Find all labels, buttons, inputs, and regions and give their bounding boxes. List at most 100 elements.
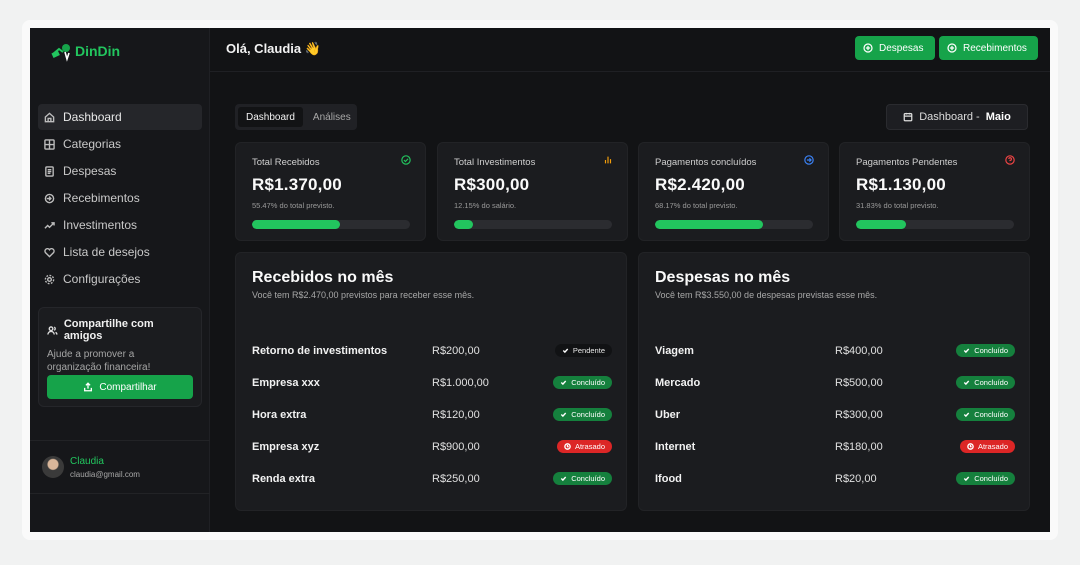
stat-label: Total Recebidos — [252, 157, 320, 168]
brand-logo[interactable]: DinDin — [50, 40, 120, 62]
sidebar-item-categorias[interactable]: Categorias — [38, 131, 202, 157]
clock-icon — [967, 443, 974, 450]
stat-value: R$1.130,00 — [856, 175, 946, 194]
recebidos-list: Retorno de investimentos R$200,00 Penden… — [252, 341, 612, 501]
bar-chart-icon — [604, 156, 612, 164]
share-button-label: Compartilhar — [99, 381, 157, 393]
trend-icon — [44, 221, 55, 229]
status-text: Concluído — [974, 378, 1008, 387]
home-icon — [44, 111, 55, 122]
status-text: Concluído — [974, 410, 1008, 419]
stat-label: Total Investimentos — [454, 157, 536, 168]
item-amount: R$120,00 — [432, 409, 480, 421]
status-badge: Concluído — [553, 376, 612, 389]
greeting: Olá, Claudia 👋 — [226, 41, 321, 56]
list-item[interactable]: Uber R$300,00 Concluído — [655, 405, 1015, 437]
sidebar-item-dashboard[interactable]: Dashboard — [38, 104, 202, 130]
list-item[interactable]: Internet R$180,00 Atrasado — [655, 437, 1015, 469]
user-profile[interactable]: Claudia claudia@gmail.com — [30, 440, 210, 494]
grid-icon — [44, 138, 55, 150]
arrow-right-circle-icon — [804, 155, 814, 165]
plus-circle-icon — [863, 43, 873, 53]
share-button[interactable]: Compartilhar — [47, 375, 193, 399]
view-tabs: Dashboard Análises — [235, 104, 357, 130]
share-title: Compartilhe com amigos — [47, 318, 193, 342]
sidebar-item-label: Lista de desejos — [63, 245, 150, 259]
progress-fill — [856, 220, 907, 229]
status-text: Concluído — [571, 378, 605, 387]
check-circle-icon — [401, 155, 411, 165]
panel-title: Recebidos no mês — [252, 269, 394, 286]
progress-bar — [856, 220, 1014, 229]
item-name: Empresa xyz — [252, 441, 320, 453]
status-badge: Concluído — [956, 472, 1015, 485]
item-amount: R$200,00 — [432, 345, 480, 357]
sidebar: DinDin Dashboard Categorias Despesas Rec… — [30, 28, 210, 532]
stat-value: R$300,00 — [454, 175, 530, 194]
status-badge: Concluído — [553, 472, 612, 485]
tab-analises[interactable]: Análises — [305, 107, 359, 127]
status-badge: Concluído — [553, 408, 612, 421]
item-name: Uber — [655, 409, 681, 421]
progress-fill — [655, 220, 763, 229]
calendar-icon — [903, 112, 913, 122]
panel-subtitle: Você tem R$3.550,00 de despesas prevista… — [655, 290, 878, 300]
list-item[interactable]: Mercado R$500,00 Concluído — [655, 373, 1015, 405]
status-text: Pendente — [572, 346, 605, 355]
share-description: Ajude a promover a organização financeir… — [47, 349, 151, 373]
list-item[interactable]: Empresa xxx R$1.000,00 Concluído — [252, 373, 612, 405]
status-badge: Atrasado — [959, 440, 1015, 453]
add-recebimentos-button[interactable]: Recebimentos — [939, 36, 1038, 60]
list-item[interactable]: Ifood R$20,00 Concluído — [655, 469, 1015, 501]
sidebar-item-recebimentos[interactable]: Recebimentos — [38, 185, 202, 211]
app-window: DinDin Dashboard Categorias Despesas Rec… — [30, 28, 1050, 532]
stat-value: R$2.420,00 — [655, 175, 745, 194]
add-despesas-button[interactable]: Despesas — [855, 36, 935, 60]
list-item[interactable]: Hora extra R$120,00 Concluído — [252, 405, 612, 437]
check-icon — [561, 412, 567, 418]
sidebar-item-lista-de-desejos[interactable]: Lista de desejos — [38, 239, 202, 265]
check-icon — [964, 348, 970, 354]
status-badge: Atrasado — [556, 440, 612, 453]
list-item[interactable]: Viagem R$400,00 Concluído — [655, 341, 1015, 373]
sidebar-item-label: Recebimentos — [63, 191, 140, 205]
item-name: Viagem — [655, 345, 694, 357]
item-name: Ifood — [655, 473, 682, 485]
status-text: Atrasado — [977, 442, 1008, 451]
sidebar-item-despesas[interactable]: Despesas — [38, 158, 202, 184]
status-badge: Concluído — [956, 376, 1015, 389]
item-amount: R$400,00 — [835, 345, 883, 357]
check-icon — [562, 348, 569, 354]
item-amount: R$1.000,00 — [432, 377, 489, 389]
status-badge: Concluído — [956, 344, 1015, 357]
stat-label: Pagamentos concluídos — [655, 157, 757, 168]
period-selector[interactable]: Dashboard - Maio — [886, 104, 1028, 130]
check-icon — [964, 476, 970, 482]
screenshot-frame: DinDin Dashboard Categorias Despesas Rec… — [22, 20, 1058, 540]
stat-card-total-recebidos: Total Recebidos R$1.370,00 55.47% do tot… — [235, 142, 426, 241]
stat-subtext: 31.83% do total previsto. — [856, 201, 939, 210]
item-amount: R$20,00 — [835, 473, 877, 485]
help-circle-icon — [1005, 155, 1015, 165]
recebidos-panel: Recebidos no mês Você tem R$2.470,00 pre… — [235, 252, 627, 511]
item-amount: R$180,00 — [835, 441, 883, 453]
settings-icon — [44, 274, 55, 284]
user-name: Claudia — [70, 456, 104, 467]
list-item[interactable]: Renda extra R$250,00 Concluído — [252, 469, 612, 501]
item-amount: R$900,00 — [432, 441, 480, 453]
sidebar-item-configuracoes[interactable]: Configurações — [38, 266, 202, 292]
item-name: Empresa xxx — [252, 377, 320, 389]
list-item[interactable]: Empresa xyz R$900,00 Atrasado — [252, 437, 612, 469]
status-badge: Pendente — [554, 344, 612, 357]
list-item[interactable]: Retorno de investimentos R$200,00 Penden… — [252, 341, 612, 373]
period-month: Maio — [985, 111, 1011, 123]
sidebar-item-label: Despesas — [63, 164, 117, 178]
item-name: Internet — [655, 441, 696, 453]
stat-card-pagamentos-concluidos: Pagamentos concluídos R$2.420,00 68.17% … — [638, 142, 829, 241]
tab-dashboard[interactable]: Dashboard — [238, 107, 303, 127]
check-icon — [561, 476, 567, 482]
top-header: Olá, Claudia 👋 Despesas Recebimentos — [210, 28, 1050, 72]
sidebar-item-investimentos[interactable]: Investimentos — [38, 212, 202, 238]
stat-card-pagamentos-pendentes: Pagamentos Pendentes R$1.130,00 31.83% d… — [839, 142, 1030, 241]
check-icon — [964, 380, 970, 386]
